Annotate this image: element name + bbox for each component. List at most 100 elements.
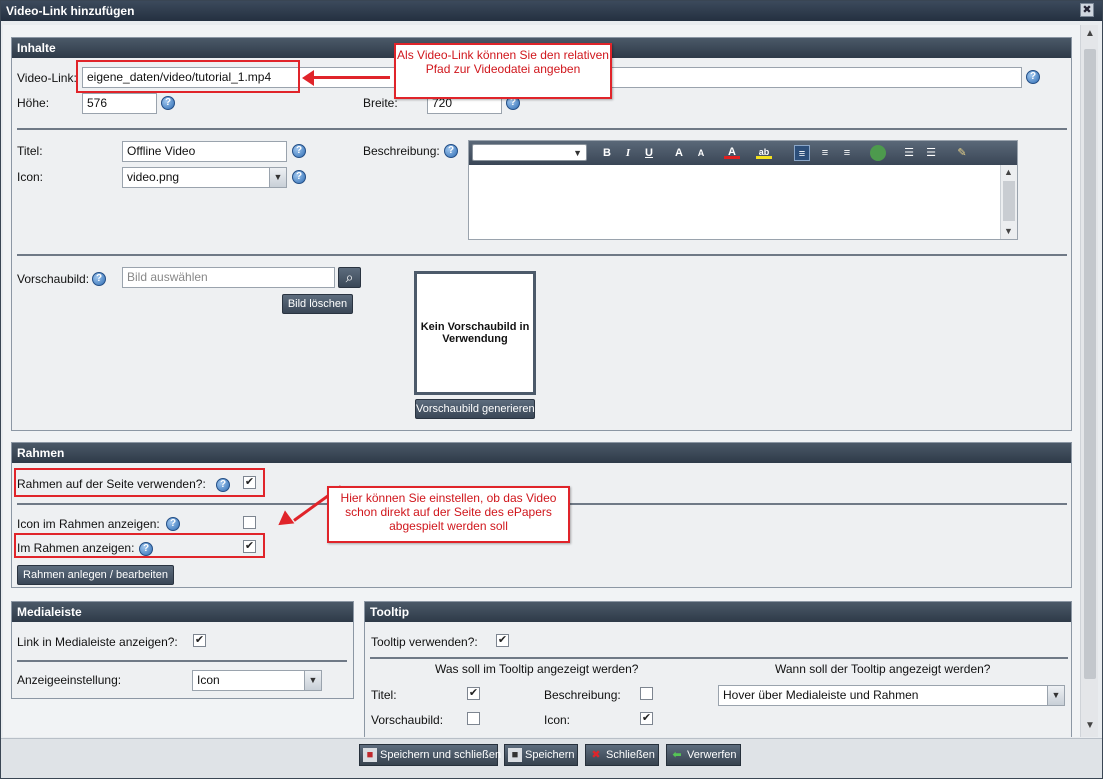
icon-label: Icon:: [17, 170, 44, 184]
align-right-icon[interactable]: ≡: [839, 145, 855, 161]
callout-video-link: Als Video-Link können Sie den relativen …: [394, 43, 612, 99]
scroll-down-icon[interactable]: ▼: [1085, 721, 1095, 731]
help-icon[interactable]: ?: [92, 272, 106, 286]
search-icon[interactable]: ⌕: [338, 267, 361, 288]
ordered-list-icon[interactable]: ☰: [901, 145, 917, 161]
panel-header-tooltip: Tooltip: [365, 602, 1071, 622]
bold-icon[interactable]: B: [599, 145, 615, 161]
scroll-up-icon[interactable]: ▲: [1085, 29, 1095, 39]
link-medialeiste-label: Link in Medialeiste anzeigen?:: [17, 635, 178, 649]
font-size-down-icon[interactable]: A: [693, 145, 709, 161]
divider: [17, 660, 347, 662]
tooltip-verwenden-label: Tooltip verwenden?:: [371, 635, 478, 649]
chevron-down-icon[interactable]: ▼: [269, 168, 286, 187]
wann-heading: Wann soll der Tooltip angezeigt werden?: [775, 662, 991, 676]
source-edit-icon[interactable]: ✎: [954, 145, 970, 161]
save-label: Speichern: [525, 749, 575, 761]
discard-label: Verwerfen: [687, 749, 737, 761]
editor-toolbar: ▼ B I U A A A ab ≡ ≡ ≡ ☰ ☰ ✎: [469, 141, 1017, 165]
icon-im-rahmen-checkbox[interactable]: [243, 516, 256, 529]
anzeigeeinstellung-value: Icon: [197, 673, 220, 687]
tooltip-verwenden-checkbox[interactable]: ✔: [496, 634, 509, 647]
align-center-icon[interactable]: ≡: [817, 145, 833, 161]
text-color-icon[interactable]: A: [724, 145, 740, 159]
link-medialeiste-checkbox[interactable]: ✔: [193, 634, 206, 647]
arrow-left-icon: [302, 70, 314, 86]
was-heading: Was soll im Tooltip angezeigt werden?: [435, 662, 639, 676]
help-icon[interactable]: ?: [292, 170, 306, 184]
titel-input[interactable]: Offline Video: [122, 141, 287, 162]
rahmen-anlegen-button[interactable]: Rahmen anlegen / bearbeiten: [17, 565, 174, 585]
save-close-label: Speichern und schließen: [380, 749, 502, 761]
bild-loeschen-button[interactable]: Bild löschen: [282, 294, 353, 314]
tooltip-vorschaubild-checkbox[interactable]: [467, 712, 480, 725]
scroll-down-icon[interactable]: ▼: [1004, 226, 1013, 236]
chevron-down-icon[interactable]: ▼: [1047, 686, 1064, 705]
video-link-label: Video-Link:: [17, 71, 77, 85]
wann-select[interactable]: Hover über Medialeiste und Rahmen ▼: [718, 685, 1065, 706]
divider: [17, 254, 1067, 256]
divider: [17, 128, 1067, 130]
scroll-up-icon[interactable]: ▲: [1004, 167, 1013, 177]
beschreibung-editor[interactable]: ▼ B I U A A A ab ≡ ≡ ≡ ☰ ☰ ✎ ▲ ▼: [468, 140, 1018, 240]
font-select[interactable]: ▼: [472, 144, 587, 161]
highlight-icon[interactable]: ab: [756, 145, 772, 159]
preview-placeholder-text: Kein Vorschaubild in Verwendung: [420, 321, 530, 345]
arrow-down-left-icon: [273, 510, 295, 532]
callout-rahmen: Hier können Sie einstellen, ob das Video…: [327, 486, 570, 543]
tooltip-icon-checkbox[interactable]: ✔: [640, 712, 653, 725]
icon-select[interactable]: video.png ▼: [122, 167, 287, 188]
help-icon[interactable]: ?: [166, 517, 180, 531]
help-icon[interactable]: ?: [161, 96, 175, 110]
italic-icon[interactable]: I: [620, 145, 636, 161]
tooltip-beschreibung-label: Beschreibung:: [544, 688, 621, 702]
hoehe-label: Höhe:: [17, 96, 50, 110]
title-bar: Video-Link hinzufügen ✖: [1, 1, 1102, 21]
dialog-content: Inhalte Video-Link: eigene_daten/video/t…: [3, 25, 1098, 737]
chevron-down-icon: ▼: [573, 148, 582, 158]
close-label: Schließen: [606, 749, 655, 761]
align-left-icon[interactable]: ≡: [794, 145, 810, 161]
scroll-thumb[interactable]: [1084, 49, 1096, 679]
content-scrollbar[interactable]: ▲ ▼: [1080, 25, 1098, 737]
icon-select-value: video.png: [127, 170, 180, 184]
save-button[interactable]: ■ Speichern: [504, 744, 578, 766]
tooltip-titel-checkbox[interactable]: ✔: [467, 687, 480, 700]
breite-label: Breite:: [363, 96, 398, 110]
close-icon[interactable]: ✖: [1080, 3, 1094, 17]
dialog-title: Video-Link hinzufügen: [6, 4, 135, 18]
titel-label: Titel:: [17, 144, 43, 158]
font-size-up-icon[interactable]: A: [671, 145, 687, 161]
underline-icon[interactable]: U: [641, 145, 657, 161]
vorschaubild-input[interactable]: Bild auswählen: [122, 267, 335, 288]
save-close-button[interactable]: ■ Speichern und schließen: [359, 744, 502, 766]
wann-select-value: Hover über Medialeiste und Rahmen: [723, 688, 919, 702]
tooltip-beschreibung-checkbox[interactable]: [640, 687, 653, 700]
vorschaubild-label: Vorschaubild:: [17, 272, 90, 286]
panel-rahmen: Rahmen Rahmen auf der Seite verwenden?: …: [11, 442, 1072, 588]
discard-button[interactable]: ⬅ Verwerfen: [666, 744, 741, 766]
beschreibung-label: Beschreibung:: [363, 144, 440, 158]
close-button[interactable]: ✖ Schließen: [585, 744, 659, 766]
floppy-icon: ■: [508, 748, 522, 762]
rahmen-verwenden-highlight: [14, 468, 265, 497]
arrow-line: [310, 76, 390, 79]
anzeigeeinstellung-label: Anzeigeeinstellung:: [17, 673, 122, 687]
im-rahmen-highlight: [14, 533, 265, 558]
unordered-list-icon[interactable]: ☰: [923, 145, 939, 161]
panel-header-medialeiste: Medialeiste: [12, 602, 353, 622]
tooltip-icon-label: Icon:: [544, 713, 571, 727]
chevron-down-icon[interactable]: ▼: [304, 671, 321, 690]
anzeigeeinstellung-select[interactable]: Icon ▼: [192, 670, 322, 691]
scroll-thumb[interactable]: [1003, 181, 1015, 221]
hoehe-input[interactable]: 576: [82, 93, 157, 114]
video-link-highlight: [76, 60, 300, 93]
help-icon[interactable]: ?: [444, 144, 458, 158]
link-icon[interactable]: [870, 145, 886, 161]
editor-scrollbar[interactable]: ▲ ▼: [1000, 165, 1017, 239]
close-x-icon: ✖: [591, 749, 601, 761]
help-icon[interactable]: ?: [1026, 70, 1040, 84]
help-icon[interactable]: ?: [292, 144, 306, 158]
dialog-footer: ■ Speichern und schließen ■ Speichern ✖ …: [1, 738, 1102, 778]
vorschaubild-generieren-button[interactable]: Vorschaubild generieren: [415, 399, 535, 419]
